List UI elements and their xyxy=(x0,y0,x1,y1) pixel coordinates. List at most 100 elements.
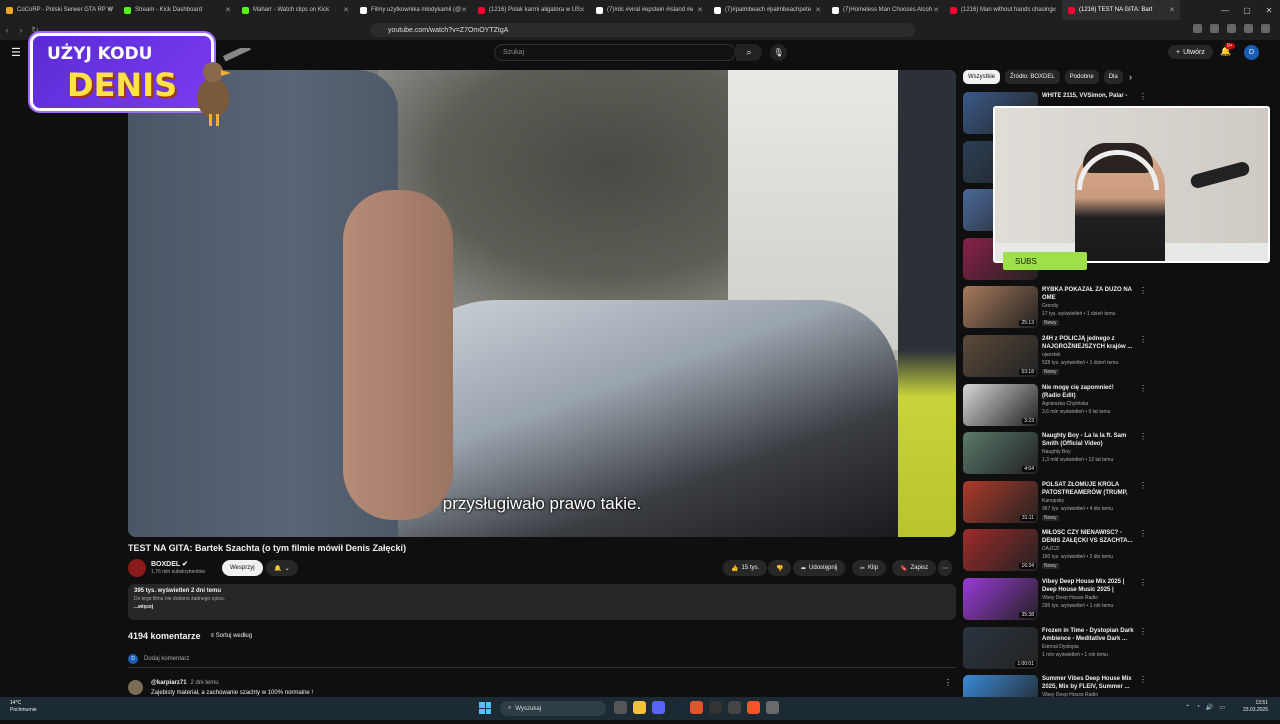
more-options-icon[interactable]: ⋮ xyxy=(1139,286,1147,295)
tab-close-icon[interactable]: ✕ xyxy=(579,6,585,14)
recommended-video[interactable]: 35:38 Vibey Deep House Mix 2025 | Deep Ho… xyxy=(963,577,1153,627)
back-icon[interactable]: ‹ xyxy=(0,25,14,35)
search-button[interactable]: ⌕ xyxy=(736,44,762,61)
video-thumbnail[interactable]: 25:13 xyxy=(963,286,1038,329)
clock[interactable]: 13:51 23.03.2026 xyxy=(1243,700,1268,714)
volume-icon[interactable]: 🔊 xyxy=(1206,704,1213,711)
avatar[interactable]: D xyxy=(1244,45,1259,60)
browser-tab[interactable]: Maharr - Watch clips on Kick ✕ xyxy=(236,0,354,20)
browser-tab[interactable]: (1216) TEST NA GITA: Bart ✕ xyxy=(1062,0,1180,20)
recommended-video[interactable]: 53:18 24H z POLICJĄ jednego z NAJGROŹNIEJ… xyxy=(963,334,1153,384)
channel-avatar[interactable] xyxy=(128,559,146,577)
more-options-icon[interactable]: ⋮ xyxy=(1139,627,1147,636)
dislike-button[interactable]: 👎 xyxy=(768,560,792,576)
share-button[interactable]: ➦ Udostępnij xyxy=(793,560,846,576)
browser-tab[interactable]: (7)#dc #viral #epstein #island #e ✕ xyxy=(590,0,708,20)
video-thumbnail[interactable]: 16:34 xyxy=(963,529,1038,572)
tab-close-icon[interactable]: ✕ xyxy=(1051,6,1057,14)
filter-chip[interactable]: Wszystkie xyxy=(963,70,1000,84)
recommended-video[interactable]: 25:13 RYBKA POKAZAŁ ZA DUŻO NA OME Grendy 1… xyxy=(963,286,1153,335)
browser-tab[interactable]: (7)#palmbeach #palmbeachpete ✕ xyxy=(708,0,826,20)
sort-button[interactable]: ≡ Sortuj według xyxy=(211,633,253,639)
save-button[interactable]: 🔖 Zapisz xyxy=(892,560,937,576)
recommended-video[interactable]: 31:11 POLSAT ZŁOMUJE KRÓLA PATOSTREAMERÓW… xyxy=(963,480,1153,530)
tab-close-icon[interactable]: ✕ xyxy=(697,6,703,14)
like-button[interactable]: 👍 15 tys. xyxy=(723,560,768,576)
recommended-video[interactable]: 3:23 Nie mogę cię zapomnieć! (Radio Edit)… xyxy=(963,383,1153,433)
brave-browser-icon[interactable] xyxy=(747,701,760,714)
wifi-icon[interactable]: ◔ xyxy=(1196,704,1200,711)
more-options-icon[interactable]: ⋮ xyxy=(1139,335,1147,344)
create-button[interactable]: + Utwórz xyxy=(1168,45,1213,59)
filter-chip[interactable]: Źródło: BOXDEL xyxy=(1005,70,1060,84)
tab-close-icon[interactable]: ✕ xyxy=(933,6,939,14)
maximize-icon[interactable]: ▢ xyxy=(1236,0,1258,20)
more-actions-button[interactable]: ⋯ xyxy=(938,560,952,576)
extension-icon[interactable] xyxy=(1227,24,1236,33)
subscribed-bell-button[interactable]: 🔔 ⌄ xyxy=(266,560,298,576)
recommended-video[interactable]: 16:34 MIŁOŚĆ CZY NIENAWIŚĆ? - DENIS ZAŁĘC… xyxy=(963,529,1153,578)
steam-icon[interactable] xyxy=(671,701,684,714)
video-thumbnail[interactable]: 1:00:01 xyxy=(963,626,1038,669)
chevron-up-icon[interactable]: ⌃ xyxy=(1185,704,1190,711)
voice-search-button[interactable]: 🎙 xyxy=(770,44,787,61)
channel-name[interactable]: BOXDEL ✔ xyxy=(151,560,188,568)
obs-icon[interactable] xyxy=(766,701,779,714)
clip-button[interactable]: ✂ Klip xyxy=(852,560,887,576)
comment-avatar[interactable] xyxy=(128,680,143,695)
support-button[interactable]: Wesprzyj xyxy=(222,560,263,576)
filter-chip[interactable]: Podobne xyxy=(1064,70,1099,84)
video-thumbnail[interactable]: 4:04 xyxy=(963,432,1038,475)
more-options-icon[interactable]: ⋮ xyxy=(1139,529,1147,538)
browser-tab[interactable]: Filmy użytkownika młodykamil (@ ✕ xyxy=(354,0,472,20)
extension-icon[interactable] xyxy=(1210,24,1219,33)
notifications-button[interactable]: 🔔 9+ xyxy=(1220,43,1235,57)
tab-close-icon[interactable]: ✕ xyxy=(107,6,113,14)
extension-icon[interactable] xyxy=(1244,24,1253,33)
tab-close-icon[interactable]: ✕ xyxy=(225,6,231,14)
tab-close-icon[interactable]: ✕ xyxy=(343,6,349,14)
recommended-video[interactable]: 4:04 Naughty Boy - La la la ft. Sam Smith… xyxy=(963,432,1153,481)
windows-start-icon[interactable] xyxy=(479,702,491,714)
file-explorer-icon[interactable] xyxy=(633,701,646,714)
more-options-icon[interactable]: ⋮ xyxy=(1139,481,1147,490)
tab-close-icon[interactable]: ✕ xyxy=(1169,6,1175,14)
tab-close-icon[interactable]: ✕ xyxy=(815,6,821,14)
forward-icon[interactable]: › xyxy=(14,25,28,35)
app-icon[interactable] xyxy=(728,701,741,714)
comment-more-icon[interactable]: ⋮ xyxy=(944,678,952,687)
close-window-icon[interactable]: ✕ xyxy=(1258,0,1280,20)
more-options-icon[interactable]: ⋮ xyxy=(1139,92,1147,101)
video-thumbnail[interactable]: 53:18 xyxy=(963,334,1038,377)
battery-icon[interactable]: ▭ xyxy=(1219,704,1225,711)
tab-close-icon[interactable]: ✕ xyxy=(461,6,467,14)
recommended-video[interactable]: 1:00:01 Frozen in Time - Dystopian Dark A… xyxy=(963,626,1153,676)
filter-chip[interactable]: Dla xyxy=(1103,70,1123,84)
comment-user[interactable]: @karpiarz71 2 dni temu xyxy=(151,680,219,686)
app-icon[interactable] xyxy=(709,701,722,714)
browser-tab[interactable]: CoCoRP - Polski Serwer GTA RP W ✕ xyxy=(0,0,118,20)
browser-tab[interactable]: (7)Homeless Man Chooses Alcoh ✕ xyxy=(826,0,944,20)
menu-icon[interactable] xyxy=(1261,24,1270,33)
chevron-right-icon[interactable]: › xyxy=(1129,72,1132,82)
discord-icon[interactable] xyxy=(652,701,665,714)
video-thumbnail[interactable]: 3:23 xyxy=(963,383,1038,426)
description-box[interactable]: 395 tys. wyświetleń 2 dni temu Do tego f… xyxy=(128,584,956,620)
browser-tab[interactable]: (1216) Polak karmi aligatora w US ✕ xyxy=(472,0,590,20)
video-player[interactable]: przysługiwało prawo takie. xyxy=(128,70,956,537)
more-options-icon[interactable]: ⋮ xyxy=(1139,675,1147,684)
minimize-icon[interactable]: — xyxy=(1214,0,1236,20)
video-thumbnail[interactable]: 31:11 xyxy=(963,480,1038,523)
extension-icon[interactable] xyxy=(1193,24,1202,33)
more-options-icon[interactable]: ⋮ xyxy=(1139,432,1147,441)
taskbar-search[interactable]: ⌕ Wyszukaj xyxy=(500,701,606,716)
more-options-icon[interactable]: ⋮ xyxy=(1139,384,1147,393)
more-options-icon[interactable]: ⋮ xyxy=(1139,578,1147,587)
browser-tab[interactable]: Stream - Kick Dashboard ✕ xyxy=(118,0,236,20)
browser-tab[interactable]: (1216) Man without hands chasing ✕ xyxy=(944,0,1062,20)
add-comment-field[interactable]: D Dodaj komentarz xyxy=(128,654,956,668)
more-link[interactable]: ...więcej xyxy=(134,604,950,610)
app-icon[interactable] xyxy=(690,701,703,714)
weather-widget[interactable]: 14°C Pochmurnie xyxy=(10,700,37,714)
task-view-icon[interactable] xyxy=(614,701,627,714)
